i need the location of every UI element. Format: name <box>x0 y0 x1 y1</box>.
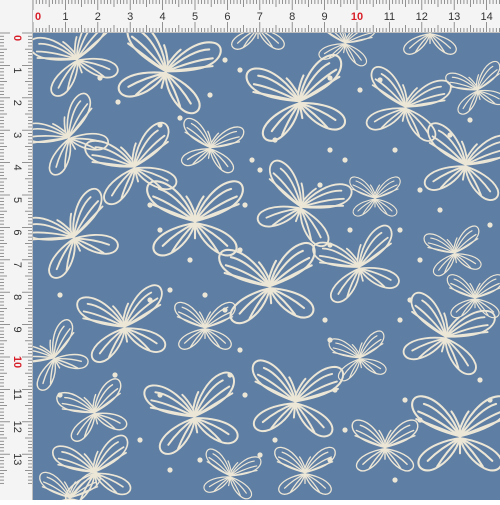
dot-motif <box>157 122 163 128</box>
ruler-left-label: 6 <box>11 229 23 235</box>
dot-motif <box>327 75 333 81</box>
ruler-top-label: 3 <box>127 11 133 23</box>
dot-motif <box>249 157 255 163</box>
dot-motif <box>187 257 193 263</box>
dot-motif <box>97 75 103 81</box>
dot-motif <box>397 227 403 233</box>
dot-motif <box>177 115 183 121</box>
dot-motif <box>392 477 398 483</box>
dot-motif <box>157 392 163 398</box>
ruler-left-label: 0 <box>11 35 23 41</box>
ruler-corner <box>0 0 32 32</box>
ruler-top-label: 9 <box>322 11 328 23</box>
dot-motif <box>147 297 153 303</box>
ruler-top-label: 5 <box>192 11 198 23</box>
ruler-top: 0 1 2 3 4 5 6 7 8 9 10 11 12 13 14 <box>0 0 500 33</box>
ruler-top-label: 7 <box>257 11 263 23</box>
dot-motif <box>377 77 383 83</box>
dot-motif <box>237 347 243 353</box>
dot-motif <box>112 372 118 378</box>
dot-motif <box>327 457 333 463</box>
dot-motif <box>327 147 333 153</box>
dot-motif <box>347 227 353 233</box>
dot-motif <box>167 467 173 473</box>
ruler-left: 0 1 2 3 4 5 6 7 8 9 10 11 12 13 <box>0 0 33 500</box>
dot-motif <box>157 227 163 233</box>
dot-motif <box>167 287 173 293</box>
dot-motif <box>237 247 243 253</box>
ruler-left-label: 5 <box>11 197 23 203</box>
dot-motif <box>357 87 363 93</box>
dot-motif <box>242 392 248 398</box>
dot-motif <box>147 202 153 208</box>
dot-motif <box>257 167 263 173</box>
ruler-top-label: 4 <box>160 11 166 23</box>
dot-motif <box>202 292 208 298</box>
dot-motif <box>227 372 233 378</box>
ruler-left-label: 13 <box>11 453 23 465</box>
dot-motif <box>197 457 203 463</box>
ruler-left-label: 10 <box>11 356 23 368</box>
ruler-top-label: 6 <box>224 11 230 23</box>
dot-motif <box>402 397 408 403</box>
ruler-left-label: 4 <box>11 165 23 171</box>
dot-motif <box>57 292 63 298</box>
ruler-left-scale: 012345678910111213 <box>0 32 32 484</box>
dot-motif <box>327 337 333 343</box>
ruler-top-label: 1 <box>62 11 68 23</box>
dot-motif <box>272 137 278 143</box>
dot-motif <box>237 67 243 73</box>
ruler-top-scale: 0 1 2 3 4 5 6 7 8 9 10 11 12 13 14 <box>32 0 500 32</box>
dot-motif <box>417 187 423 193</box>
ruler-left-label: 11 <box>11 389 23 400</box>
dot-motif <box>397 317 403 323</box>
ruler-left-label: 9 <box>11 327 23 333</box>
dot-motif <box>477 377 483 383</box>
dot-motif <box>342 157 348 163</box>
dot-motif <box>207 92 213 98</box>
ruler-top-label: 10 <box>351 11 363 23</box>
dot-motif <box>417 257 423 263</box>
ruler-top-label: 0 <box>35 11 41 23</box>
ruler-left-label: 2 <box>11 100 23 106</box>
ruler-top-label: 2 <box>95 11 101 23</box>
dot-motif <box>137 437 143 443</box>
dot-motif <box>487 397 493 403</box>
dot-motif <box>322 317 328 323</box>
dot-motif <box>342 427 348 433</box>
dot-motif <box>317 182 323 188</box>
butterfly-fabric-print <box>0 0 500 500</box>
dot-motif <box>487 222 493 228</box>
fabric-swatch-view: 0 1 2 3 4 5 6 7 8 9 10 11 12 13 14 0 1 2 3 4 5 6 7 8 9 10 11 12 13 <box>0 0 500 500</box>
dot-motif <box>327 242 333 248</box>
ruler-left-label: 1 <box>11 67 23 73</box>
ruler-left-label: 3 <box>11 132 23 138</box>
dot-motif <box>272 437 278 443</box>
dot-motif <box>115 99 121 105</box>
ruler-top-label: 11 <box>384 11 395 23</box>
ruler-top-label: 8 <box>289 11 295 23</box>
dot-motif <box>392 147 398 153</box>
dot-motif <box>222 57 228 63</box>
ruler-top-label: 13 <box>448 11 460 23</box>
dot-motif <box>407 297 413 303</box>
dot-motif <box>437 207 443 213</box>
ruler-left-label: 8 <box>11 294 23 300</box>
ruler-left-label: 12 <box>11 421 23 433</box>
dot-motif <box>332 387 338 393</box>
dot-motif <box>467 117 473 123</box>
ruler-left-label: 7 <box>11 262 23 268</box>
dot-motif <box>257 452 263 458</box>
dot-motif <box>417 417 423 423</box>
ruler-top-label: 14 <box>480 11 492 23</box>
dot-motif <box>222 307 228 313</box>
dot-motif <box>242 202 248 208</box>
ruler-top-label: 12 <box>416 11 428 23</box>
dot-motif <box>447 132 453 138</box>
dot-motif <box>57 392 63 398</box>
